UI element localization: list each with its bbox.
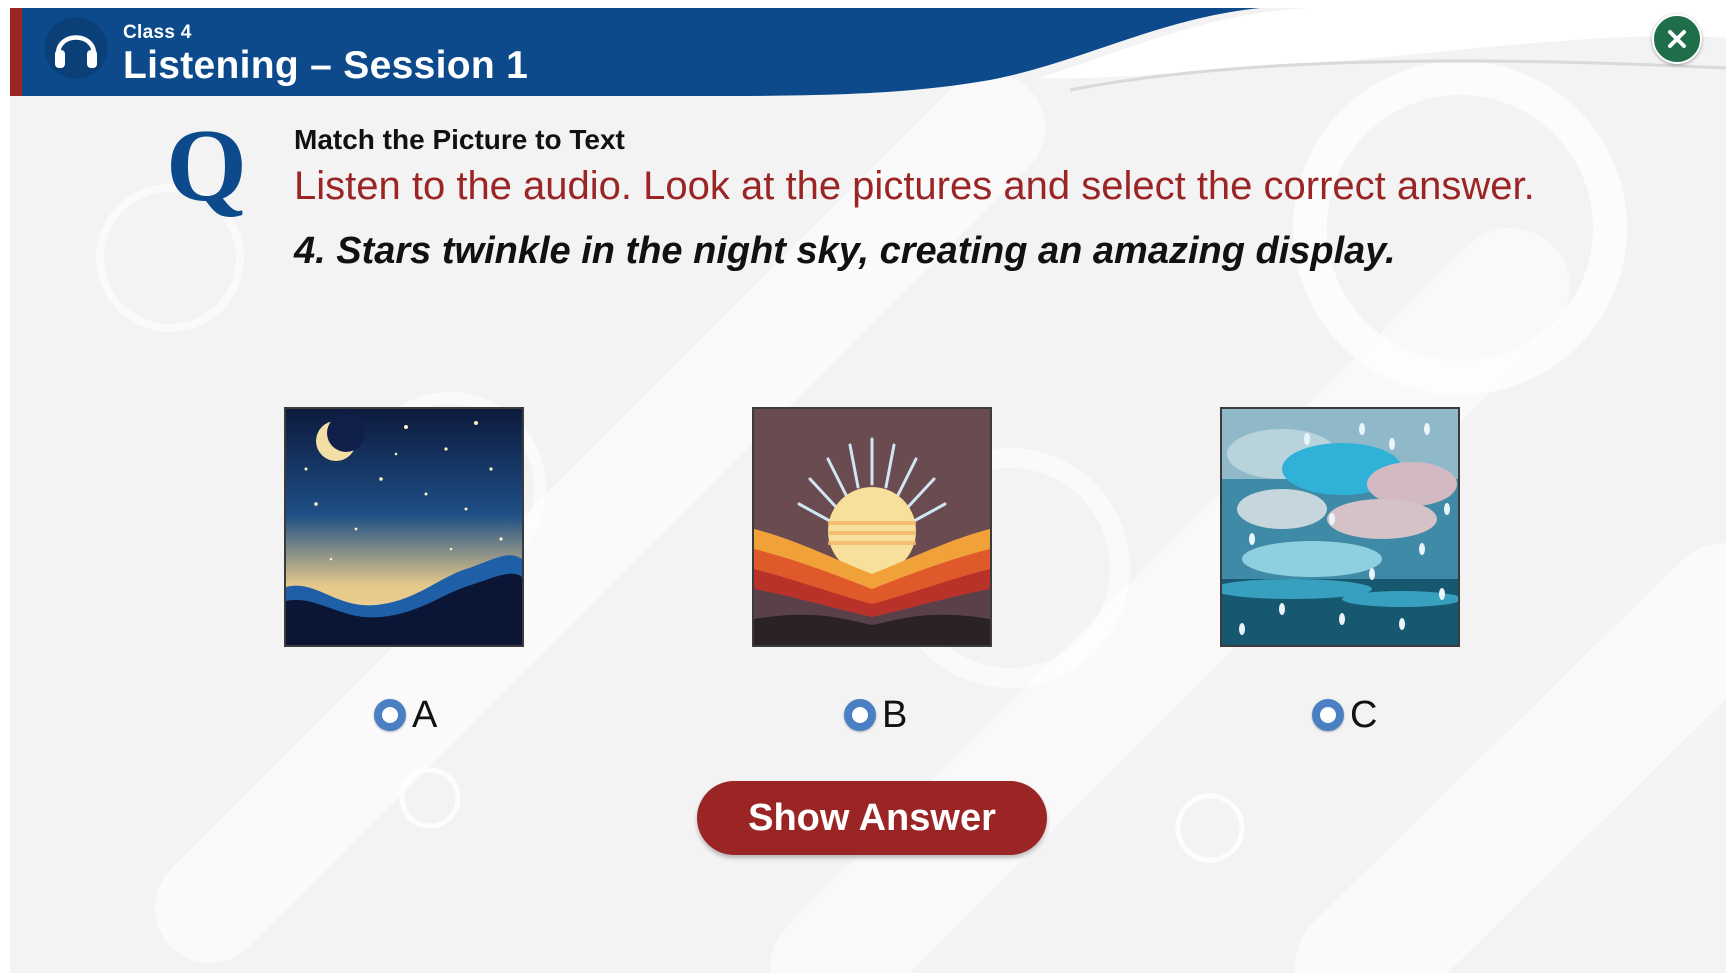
header-accent-edge xyxy=(10,8,22,96)
show-answer-button[interactable]: Show Answer xyxy=(697,781,1047,855)
radio-button[interactable] xyxy=(844,699,876,731)
option-label: B xyxy=(882,693,908,736)
close-button[interactable] xyxy=(1652,14,1702,64)
question-text: 4. Stars twinkle in the night sky, creat… xyxy=(294,230,1396,272)
rain-clouds-image xyxy=(1222,409,1458,645)
option-b-image[interactable] xyxy=(752,407,992,647)
header-bar: Class 4 Listening – Session 1 xyxy=(10,8,1726,96)
option-label: C xyxy=(1350,693,1378,736)
question-icon-letter: Q xyxy=(166,120,247,223)
sunrise-image xyxy=(754,409,990,645)
radio-button[interactable] xyxy=(1312,699,1344,731)
page-title: Listening – Session 1 xyxy=(123,44,529,87)
class-label: Class 4 xyxy=(123,22,192,43)
option-b-radio[interactable]: B xyxy=(844,690,907,740)
option-a-radio[interactable]: A xyxy=(374,690,437,740)
option-c-radio[interactable]: C xyxy=(1312,690,1377,740)
headphones-icon xyxy=(45,17,107,79)
option-c-image[interactable] xyxy=(1220,407,1460,647)
starry-night-image xyxy=(286,409,522,645)
question-instruction: Listen to the audio. Look at the picture… xyxy=(294,164,1535,208)
option-label: A xyxy=(412,693,438,736)
question-type: Match the Picture to Text xyxy=(294,124,625,155)
question-icon: Q xyxy=(166,120,247,223)
close-icon xyxy=(1668,30,1686,48)
option-a-image[interactable] xyxy=(284,407,524,647)
radio-button[interactable] xyxy=(374,699,406,731)
